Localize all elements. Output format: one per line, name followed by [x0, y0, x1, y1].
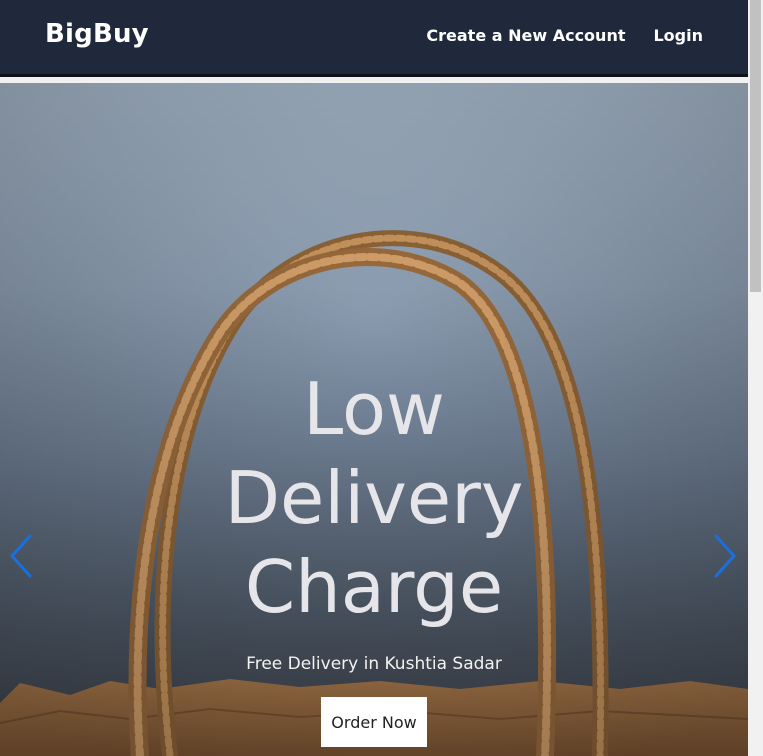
carousel-next-button[interactable] — [710, 533, 740, 579]
hero-subtitle: Free Delivery in Kushtia Sadar — [246, 654, 502, 674]
hero-slide: Low Delivery Charge Free Delivery in Kus… — [0, 83, 748, 756]
login-link[interactable]: Login — [653, 26, 703, 45]
hero-title: Low Delivery Charge — [124, 365, 624, 632]
hero-title-line: Low — [303, 367, 445, 451]
carousel-prev-button[interactable] — [6, 533, 36, 579]
chevron-left-icon — [10, 534, 32, 578]
page: BigBuy Create a New Account Login Low De… — [0, 0, 763, 756]
chevron-right-icon — [714, 534, 736, 578]
create-account-link[interactable]: Create a New Account — [426, 26, 625, 45]
hero-title-line: Charge — [244, 545, 504, 629]
top-navbar: BigBuy Create a New Account Login — [0, 0, 748, 74]
order-now-button[interactable]: Order Now — [321, 697, 427, 747]
nav-links: Create a New Account Login — [426, 26, 703, 45]
hero-carousel: Low Delivery Charge Free Delivery in Kus… — [0, 83, 748, 756]
hero-title-line: Delivery — [224, 456, 524, 540]
brand-logo[interactable]: BigBuy — [45, 19, 149, 49]
scrollbar-thumb[interactable] — [750, 0, 761, 292]
page-scrollbar[interactable] — [748, 0, 763, 756]
